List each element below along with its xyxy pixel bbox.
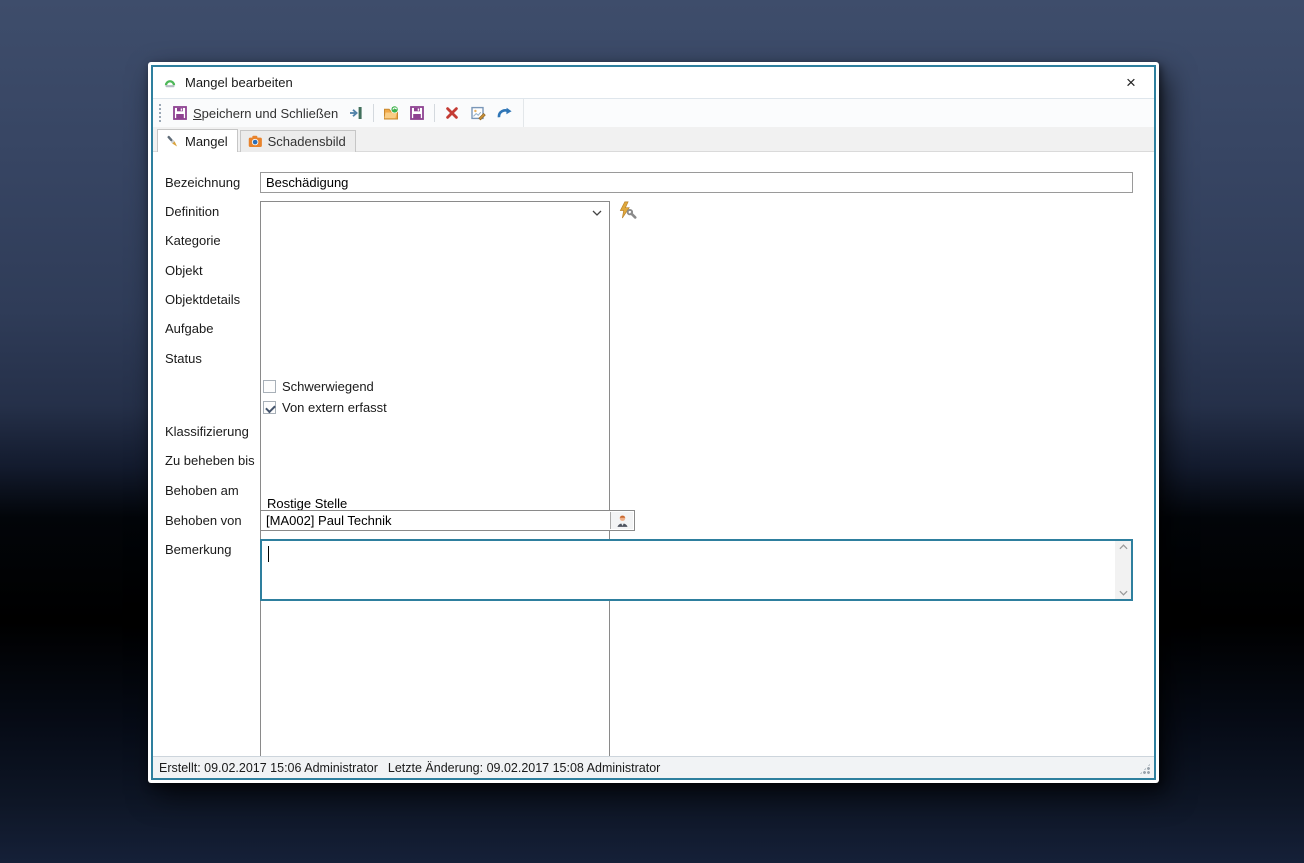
tab-label: Schadensbild	[267, 134, 346, 149]
brush-icon	[167, 135, 178, 147]
label-behoben-von: Behoben von	[165, 513, 242, 528]
label-definition: Definition	[165, 204, 220, 219]
von-extern-label: Von extern erfasst	[282, 400, 387, 415]
camera-icon	[248, 135, 262, 147]
behoben-von-field[interactable]: [MA002] Paul Technik	[260, 510, 635, 531]
label-zu-beheben-bis: Zu beheben bis	[165, 453, 255, 468]
edit-button[interactable]	[465, 102, 491, 124]
label-bezeichnung: Bezeichnung	[165, 175, 241, 190]
label-bemerkung: Bemerkung	[165, 542, 232, 557]
person-picker-button[interactable]	[610, 512, 633, 529]
behoben-von-value: [MA002] Paul Technik	[266, 513, 392, 528]
save-and-exit-button[interactable]	[343, 102, 369, 124]
scroll-up-icon[interactable]	[1118, 544, 1128, 550]
form-panel: Bezeichnung Definition Kategorie Objekt …	[153, 152, 1154, 778]
toolbar-row: Speichern und Schließen	[153, 98, 1154, 127]
resize-grip[interactable]	[1139, 763, 1151, 775]
delete-button[interactable]	[439, 102, 465, 124]
bezeichnung-input[interactable]	[260, 172, 1133, 193]
schwerwiegend-checkbox[interactable]	[263, 380, 276, 393]
von-extern-checkbox[interactable]	[263, 401, 276, 414]
definition-value: Rostige Stelle	[267, 495, 348, 511]
toolbar-separator	[434, 104, 436, 122]
label-klassifizierung: Klassifizierung	[165, 424, 249, 439]
redo-button[interactable]	[491, 102, 517, 124]
toolbar: Speichern und Schließen	[153, 99, 525, 127]
schwerwiegend-label: Schwerwiegend	[282, 379, 374, 394]
label-status: Status	[165, 351, 202, 366]
status-modified: Letzte Änderung: 09.02.2017 15:08 Admini…	[387, 760, 661, 775]
save-close-button[interactable]: Speichern und Schließen	[167, 102, 343, 124]
toolbar-separator	[373, 104, 375, 122]
scroll-down-icon[interactable]	[1118, 590, 1128, 596]
status-bar: Erstellt: 09.02.2017 15:06 Administrator…	[153, 756, 1154, 778]
chevron-down-icon	[592, 210, 602, 216]
definition-combobox[interactable]: Rostige Stelle	[260, 201, 610, 778]
schwerwiegend-checkbox-row[interactable]: Schwerwiegend	[263, 379, 374, 394]
toolbar-grip[interactable]	[157, 104, 162, 122]
folder-refresh-icon	[384, 105, 399, 120]
close-button[interactable]: ×	[1118, 70, 1144, 96]
tab-mangel[interactable]: Mangel	[157, 129, 238, 152]
delete-x-icon	[446, 107, 459, 119]
save-button[interactable]	[404, 102, 430, 124]
person-icon	[616, 515, 628, 527]
app-logo-icon	[164, 79, 176, 87]
tab-strip: Mangel Schadensbild	[153, 127, 1154, 152]
von-extern-checkbox-row[interactable]: Von extern erfasst	[263, 400, 387, 415]
dialog-window: Mangel bearbeiten × Speichern und Schlie…	[148, 62, 1159, 783]
label-objekt: Objekt	[165, 263, 203, 278]
label-aufgabe: Aufgabe	[165, 321, 214, 336]
save-close-label: Speichern und Schließen	[193, 105, 339, 121]
tab-schadensbild[interactable]: Schadensbild	[239, 130, 356, 152]
status-created: Erstellt: 09.02.2017 15:06 Administrator	[159, 760, 378, 775]
text-caret	[268, 546, 269, 562]
save-floppy-icon	[173, 106, 187, 120]
label-objektdetails: Objektdetails	[165, 292, 241, 307]
label-behoben-am: Behoben am	[165, 483, 239, 498]
label-kategorie: Kategorie	[165, 233, 221, 248]
reload-open-button[interactable]	[378, 102, 404, 124]
tab-label: Mangel	[185, 134, 228, 149]
edit-page-pencil-icon	[471, 106, 486, 121]
dialog-frame: Mangel bearbeiten × Speichern und Schlie…	[151, 65, 1156, 780]
redo-arrow-icon	[497, 107, 512, 118]
bemerkung-textarea[interactable]	[260, 539, 1133, 601]
quick-tools-icon[interactable]	[617, 201, 637, 221]
exit-door-arrow-icon	[350, 107, 362, 119]
bemerkung-scrollbar[interactable]	[1115, 541, 1131, 599]
window-title: Mangel bearbeiten	[185, 75, 293, 90]
title-bar[interactable]: Mangel bearbeiten ×	[153, 67, 1154, 98]
save-floppy-icon	[410, 106, 425, 120]
